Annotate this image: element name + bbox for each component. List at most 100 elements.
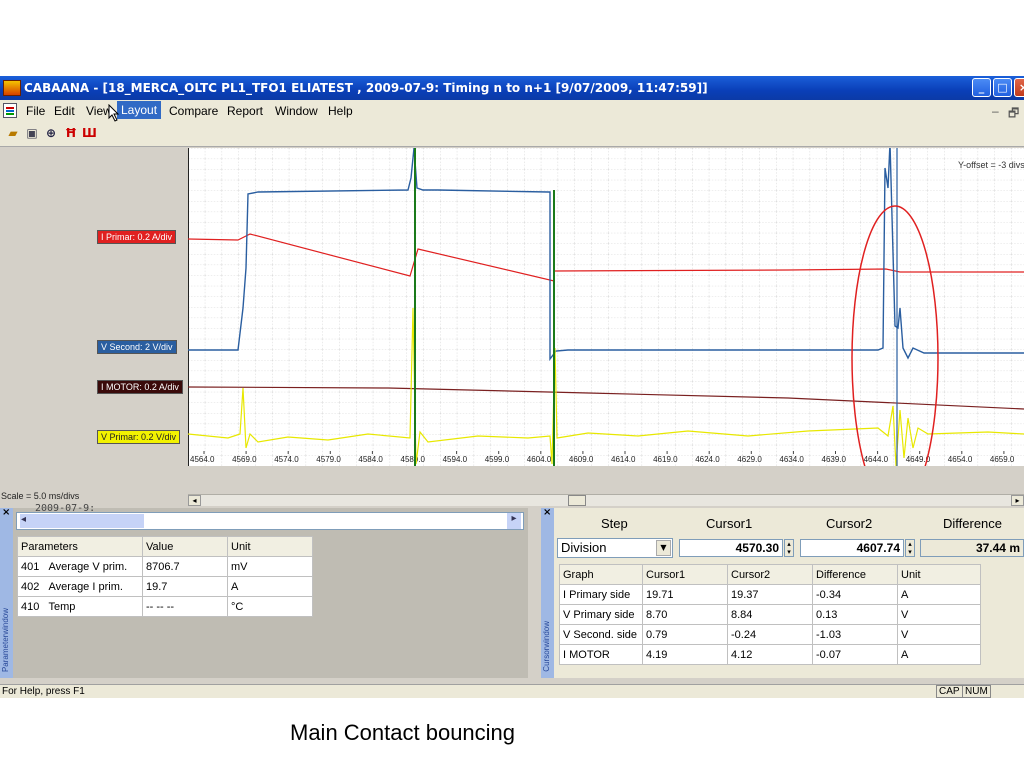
scroll-left-button[interactable]: ◂ bbox=[188, 495, 201, 506]
x-tick-label: 4634.0 bbox=[779, 455, 804, 464]
cursor-h-icon[interactable]: Ħ bbox=[64, 127, 78, 140]
slide-caption: Main Contact bouncing bbox=[290, 720, 516, 745]
title-bar[interactable]: CABAANA - [18_MERCA_OLTC PL1_TFO1 ELIATE… bbox=[0, 76, 1024, 100]
y-offset-label: Y-offset = -3 divs bbox=[958, 160, 1024, 170]
difference-label: Difference bbox=[943, 516, 1003, 531]
param-unit: °C bbox=[227, 596, 313, 617]
param-value: 19.7 bbox=[142, 576, 228, 597]
plot-grid bbox=[188, 148, 1024, 466]
param-id: 410 bbox=[21, 600, 40, 613]
header-unit[interactable]: Unit bbox=[897, 564, 981, 585]
cursor-panel-sidebar-label: Cursorwindow bbox=[542, 621, 551, 672]
menu-bar: File Edit View Layout Compare Report Win… bbox=[0, 100, 1024, 122]
channel-label-v-second[interactable]: V Second: 2 V/div bbox=[97, 340, 177, 354]
x-tick-label: 4579.0 bbox=[316, 455, 341, 464]
channel-label-i-motor[interactable]: I MOTOR: 0.2 A/div bbox=[97, 380, 183, 394]
table-row[interactable]: I Primary side 19.71 19.37 -0.34 A bbox=[559, 584, 981, 605]
waveform-plot[interactable]: 4564.0 4569.0 4574.0 4579.0 4584.0 4589.0 4594… bbox=[188, 148, 1024, 466]
param-name: Temp bbox=[48, 600, 76, 613]
difference-output: 37.44 m bbox=[920, 539, 1024, 557]
mdi-minimize-button[interactable]: – bbox=[992, 104, 999, 118]
cursor2-input[interactable]: 4607.74 bbox=[800, 539, 904, 557]
menu-compare[interactable]: Compare bbox=[169, 104, 218, 118]
param-cell: 410 Temp bbox=[17, 596, 143, 617]
graph-name: V Primary side bbox=[559, 604, 643, 625]
x-tick-label: 4644.0 bbox=[864, 455, 889, 464]
cursor1-value: 19.71 bbox=[642, 584, 728, 605]
param-name: Average I prim. bbox=[48, 580, 123, 593]
parameter-table: Parameters Value Unit 401 Average V prim… bbox=[17, 536, 313, 617]
step-mode-select[interactable]: Division ▼ bbox=[557, 538, 673, 558]
menu-layout[interactable]: Layout bbox=[117, 101, 162, 119]
channel-label-i-primar[interactable]: I Primar: 0.2 A/div bbox=[97, 230, 177, 244]
x-tick-label: 4624.0 bbox=[695, 455, 720, 464]
zoom-icon[interactable]: ⊕ bbox=[44, 127, 58, 140]
scroll-right-button[interactable]: ▸ bbox=[1011, 495, 1024, 506]
scroll-thumb[interactable] bbox=[568, 495, 586, 506]
menu-help[interactable]: Help bbox=[328, 104, 353, 118]
app-window: CABAANA - [18_MERCA_OLTC PL1_TFO1 ELIATE… bbox=[0, 76, 1024, 698]
unit-value: V bbox=[897, 604, 981, 625]
x-tick-label: 4639.0 bbox=[822, 455, 847, 464]
table-row[interactable]: V Second. side 0.79 -0.24 -1.03 V bbox=[559, 624, 981, 645]
table-row[interactable]: 402 Average I prim. 19.7 A bbox=[17, 576, 313, 597]
menu-report[interactable]: Report bbox=[227, 104, 263, 118]
menu-window[interactable]: Window bbox=[275, 104, 318, 118]
cursor2-label: Cursor2 bbox=[826, 516, 873, 531]
close-cursor-panel-icon[interactable]: × bbox=[543, 507, 551, 518]
horizontal-scrollbar[interactable]: ◂ ▸ bbox=[188, 494, 1024, 506]
cursor2-stepper[interactable]: ▴ ▾ bbox=[905, 539, 915, 557]
cursor1-input[interactable]: 4570.30 bbox=[679, 539, 783, 557]
open-icon[interactable]: ▰ bbox=[6, 127, 20, 140]
table-row[interactable]: V Primary side 8.70 8.84 0.13 V bbox=[559, 604, 981, 625]
status-help-text: For Help, press F1 bbox=[2, 686, 85, 697]
minimize-button[interactable]: _ bbox=[972, 78, 991, 97]
close-button[interactable]: × bbox=[1014, 78, 1024, 97]
x-tick-label: 4659.0 bbox=[990, 455, 1015, 464]
x-tick-label: 4584.0 bbox=[358, 455, 383, 464]
cursor2-value: -0.24 bbox=[727, 624, 813, 645]
graph-name: I Primary side bbox=[559, 584, 643, 605]
channel-label-v-primar[interactable]: V Primar: 0.2 V/div bbox=[97, 430, 181, 444]
header-parameters[interactable]: Parameters bbox=[17, 536, 143, 557]
maximize-button[interactable]: □ bbox=[993, 78, 1012, 97]
x-tick-label: 4574.0 bbox=[274, 455, 299, 464]
param-name: Average V prim. bbox=[48, 560, 128, 573]
cursor-table: Graph Cursor1 Cursor2 Difference Unit I … bbox=[559, 564, 981, 665]
cursor1-stepper[interactable]: ▴ ▾ bbox=[784, 539, 794, 557]
cursor1-value: 8.70 bbox=[642, 604, 728, 625]
parameter-scroll-thumb[interactable] bbox=[20, 514, 144, 528]
header-difference[interactable]: Difference bbox=[812, 564, 898, 585]
scroll-right-icon[interactable]: ▸ bbox=[507, 513, 521, 529]
table-row[interactable]: 410 Temp -- -- -- °C bbox=[17, 596, 313, 617]
cursor-v-icon[interactable]: Ш bbox=[82, 127, 97, 140]
parameter-panel-sidebar: × Parameterwindow bbox=[0, 507, 13, 678]
document-icon[interactable] bbox=[3, 103, 17, 118]
header-unit[interactable]: Unit bbox=[227, 536, 313, 557]
table-row[interactable]: 401 Average V prim. 8706.7 mV bbox=[17, 556, 313, 577]
menu-edit[interactable]: Edit bbox=[54, 104, 75, 118]
param-id: 402 bbox=[21, 580, 40, 593]
chevron-down-icon[interactable]: ▼ bbox=[656, 540, 671, 556]
menu-file[interactable]: File bbox=[26, 104, 45, 118]
parameter-scrollbar[interactable]: 2009-07-9: ◂ ▸ bbox=[16, 503, 524, 530]
save-icon[interactable]: ▣ bbox=[25, 127, 39, 140]
status-num: NUM bbox=[962, 685, 991, 698]
scroll-left-icon[interactable]: ◂ bbox=[21, 514, 26, 525]
window-title: CABAANA - [18_MERCA_OLTC PL1_TFO1 ELIATE… bbox=[24, 81, 708, 95]
table-row[interactable]: I MOTOR 4.19 4.12 -0.07 A bbox=[559, 644, 981, 665]
app-icon[interactable] bbox=[3, 80, 21, 96]
param-value: 8706.7 bbox=[142, 556, 228, 577]
cursor2-value: 4.12 bbox=[727, 644, 813, 665]
close-parameter-panel-icon[interactable]: × bbox=[2, 507, 10, 518]
x-tick-label: 4614.0 bbox=[611, 455, 636, 464]
header-cursor2[interactable]: Cursor2 bbox=[727, 564, 813, 585]
param-cell: 401 Average V prim. bbox=[17, 556, 143, 577]
difference-value: -0.34 bbox=[812, 584, 898, 605]
x-tick-label: 4599.0 bbox=[485, 455, 510, 464]
header-graph[interactable]: Graph bbox=[559, 564, 643, 585]
header-value[interactable]: Value bbox=[142, 536, 228, 557]
cursor1-label: Cursor1 bbox=[706, 516, 753, 531]
header-cursor1[interactable]: Cursor1 bbox=[642, 564, 728, 585]
cursor2-value: 19.37 bbox=[727, 584, 813, 605]
